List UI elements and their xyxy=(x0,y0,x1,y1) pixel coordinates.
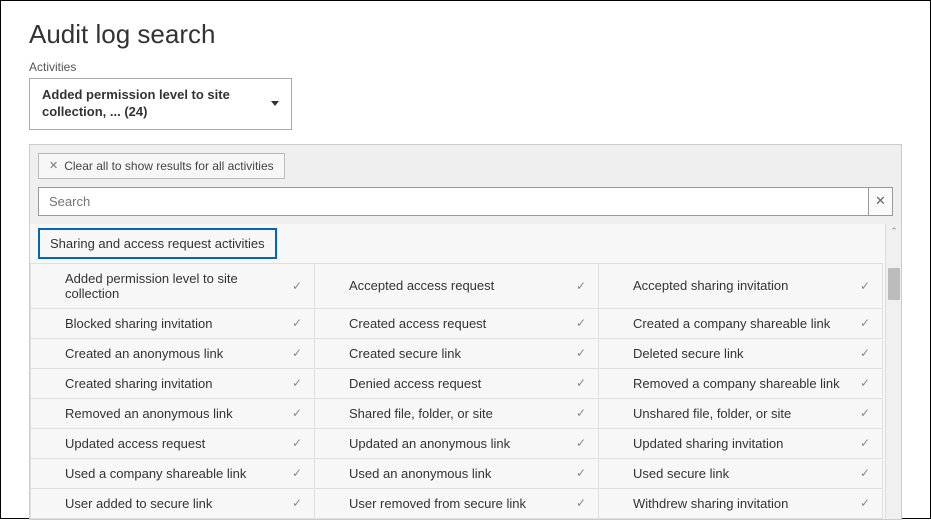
activity-label: Accepted sharing invitation xyxy=(633,278,852,293)
activity-label: Blocked sharing invitation xyxy=(65,316,284,331)
clear-all-label: Clear all to show results for all activi… xyxy=(64,159,273,173)
check-icon: ✓ xyxy=(860,279,870,293)
results-area: Sharing and access request activities Ad… xyxy=(30,224,901,519)
activity-item[interactable]: Unshared file, folder, or site ✓ xyxy=(599,399,882,428)
activity-item[interactable]: Blocked sharing invitation ✓ xyxy=(31,309,314,338)
activity-item[interactable]: Created secure link ✓ xyxy=(315,339,598,368)
activity-label: Created sharing invitation xyxy=(65,376,284,391)
activity-item[interactable]: Updated an anonymous link ✓ xyxy=(315,429,598,458)
activities-panel: ✕ Clear all to show results for all acti… xyxy=(29,144,902,520)
check-icon: ✓ xyxy=(292,376,302,390)
category-header[interactable]: Sharing and access request activities xyxy=(38,228,277,259)
check-icon: ✓ xyxy=(576,406,586,420)
activity-label: Removed a company shareable link xyxy=(633,376,852,391)
search-clear-button[interactable]: ✕ xyxy=(869,187,893,216)
activity-item[interactable]: Deleted secure link ✓ xyxy=(599,339,882,368)
check-icon: ✓ xyxy=(292,406,302,420)
activity-label: Deleted secure link xyxy=(633,346,852,361)
check-icon: ✓ xyxy=(576,496,586,510)
activity-label: Withdrew sharing invitation xyxy=(633,496,852,511)
activity-item[interactable]: Used secure link ✓ xyxy=(599,459,882,488)
check-icon: ✓ xyxy=(860,466,870,480)
check-icon: ✓ xyxy=(292,436,302,450)
activity-item[interactable]: Used an anonymous link ✓ xyxy=(315,459,598,488)
activity-item[interactable]: Used a company shareable link ✓ xyxy=(31,459,314,488)
activity-item[interactable]: Removed a company shareable link ✓ xyxy=(599,369,882,398)
activity-item[interactable]: Created a company shareable link ✓ xyxy=(599,309,882,338)
activity-label: Unshared file, folder, or site xyxy=(633,406,852,421)
clear-all-button[interactable]: ✕ Clear all to show results for all acti… xyxy=(38,153,285,179)
activity-item[interactable]: Added permission level to site collectio… xyxy=(31,264,314,308)
check-icon: ✓ xyxy=(860,406,870,420)
activities-table: Added permission level to site collectio… xyxy=(30,263,883,519)
check-icon: ✓ xyxy=(292,279,302,293)
activity-item[interactable]: Created sharing invitation ✓ xyxy=(31,369,314,398)
chevron-down-icon xyxy=(271,101,279,106)
check-icon: ✓ xyxy=(576,279,586,293)
activity-label: Created a company shareable link xyxy=(633,316,852,331)
activity-item[interactable]: Accepted sharing invitation ✓ xyxy=(599,271,882,300)
activity-item[interactable]: Removed an anonymous link ✓ xyxy=(31,399,314,428)
check-icon: ✓ xyxy=(292,316,302,330)
activity-item[interactable]: User removed from secure link ✓ xyxy=(315,489,598,518)
check-icon: ✓ xyxy=(860,346,870,360)
scroll-up-icon[interactable]: ⌃ xyxy=(886,224,902,240)
activity-item[interactable]: Shared file, folder, or site ✓ xyxy=(315,399,598,428)
activity-label: User added to secure link xyxy=(65,496,284,511)
activity-item[interactable]: Created an anonymous link ✓ xyxy=(31,339,314,368)
activity-item[interactable]: Created access request ✓ xyxy=(315,309,598,338)
activity-item[interactable]: Withdrew sharing invitation ✓ xyxy=(599,489,882,518)
activity-item[interactable]: Updated sharing invitation ✓ xyxy=(599,429,882,458)
check-icon: ✓ xyxy=(576,346,586,360)
activity-label: User removed from secure link xyxy=(349,496,568,511)
scroll-thumb[interactable] xyxy=(888,268,900,300)
activity-label: Accepted access request xyxy=(349,278,568,293)
activity-label: Created access request xyxy=(349,316,568,331)
activity-label: Denied access request xyxy=(349,376,568,391)
activity-label: Added permission level to site collectio… xyxy=(65,271,284,301)
search-input[interactable] xyxy=(38,187,869,216)
activity-item[interactable]: Updated access request ✓ xyxy=(31,429,314,458)
activity-label: Shared file, folder, or site xyxy=(349,406,568,421)
check-icon: ✓ xyxy=(292,346,302,360)
check-icon: ✓ xyxy=(860,316,870,330)
activity-item[interactable]: User added to secure link ✓ xyxy=(31,489,314,518)
check-icon: ✓ xyxy=(292,466,302,480)
activity-label: Updated sharing invitation xyxy=(633,436,852,451)
activity-label: Updated an anonymous link xyxy=(349,436,568,451)
activity-label: Updated access request xyxy=(65,436,284,451)
activity-label: Used secure link xyxy=(633,466,852,481)
activities-label: Activities xyxy=(29,60,902,74)
page-title: Audit log search xyxy=(29,19,902,50)
check-icon: ✓ xyxy=(860,436,870,450)
check-icon: ✓ xyxy=(860,496,870,510)
scrollbar[interactable]: ⌃ xyxy=(885,224,901,519)
close-icon: ✕ xyxy=(49,159,58,172)
activity-item[interactable]: Denied access request ✓ xyxy=(315,369,598,398)
check-icon: ✓ xyxy=(860,376,870,390)
activity-label: Used an anonymous link xyxy=(349,466,568,481)
activity-label: Created an anonymous link xyxy=(65,346,284,361)
close-icon: ✕ xyxy=(875,193,886,208)
activities-dropdown[interactable]: Added permission level to site collectio… xyxy=(29,78,292,130)
dropdown-text: Added permission level to site collectio… xyxy=(42,87,263,121)
activity-item[interactable]: Accepted access request ✓ xyxy=(315,271,598,300)
check-icon: ✓ xyxy=(576,436,586,450)
activity-label: Used a company shareable link xyxy=(65,466,284,481)
check-icon: ✓ xyxy=(576,316,586,330)
check-icon: ✓ xyxy=(292,496,302,510)
check-icon: ✓ xyxy=(576,466,586,480)
activity-label: Created secure link xyxy=(349,346,568,361)
check-icon: ✓ xyxy=(576,376,586,390)
activity-label: Removed an anonymous link xyxy=(65,406,284,421)
